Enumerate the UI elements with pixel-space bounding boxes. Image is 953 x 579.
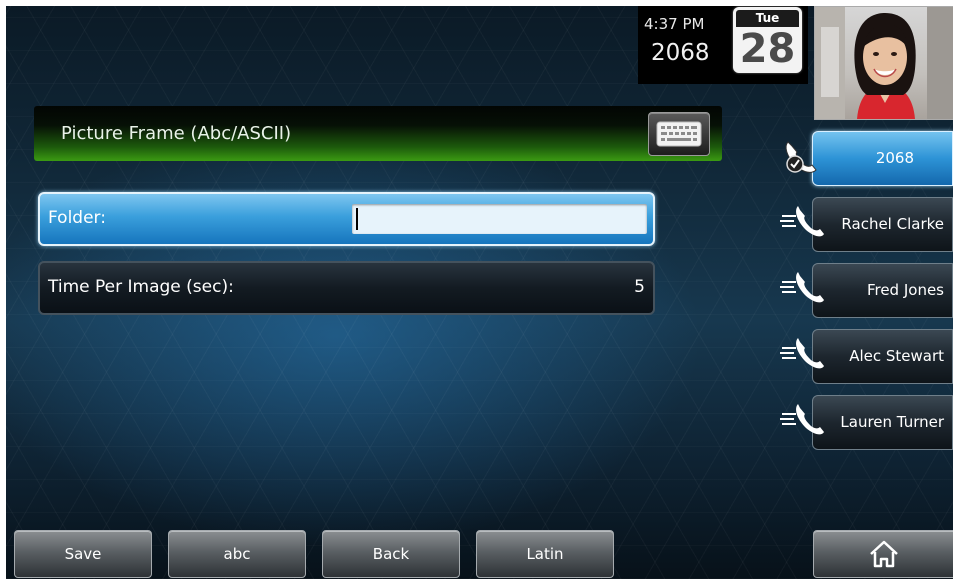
abc-mode-button[interactable]: abc bbox=[168, 530, 306, 578]
title-bar: Picture Frame (Abc/ASCII) bbox=[34, 106, 722, 161]
back-label: Back bbox=[372, 545, 410, 563]
line-key-rachel-clarke[interactable]: Rachel Clarke bbox=[812, 197, 953, 252]
folder-field-row[interactable]: Folder: bbox=[38, 192, 655, 246]
save-label: Save bbox=[64, 545, 102, 563]
line-key-label: Fred Jones bbox=[866, 281, 944, 299]
latin-button[interactable]: Latin bbox=[476, 530, 614, 578]
folder-input[interactable] bbox=[352, 204, 647, 234]
line-key-label: Alec Stewart bbox=[849, 347, 944, 365]
keyboard-icon bbox=[656, 121, 702, 147]
folder-label: Folder: bbox=[48, 208, 106, 228]
text-cursor bbox=[356, 208, 358, 230]
avatar bbox=[814, 6, 953, 120]
line-key-label: Lauren Turner bbox=[840, 413, 944, 431]
clock-time: 4:37 PM bbox=[644, 15, 705, 33]
phone-speed-dial-icon bbox=[780, 404, 824, 435]
time-per-image-value: 5 bbox=[634, 277, 645, 297]
abc-label: abc bbox=[223, 545, 251, 563]
keyboard-button[interactable] bbox=[648, 112, 710, 156]
line-key-lauren-turner[interactable]: Lauren Turner bbox=[812, 395, 953, 450]
time-per-image-row[interactable]: Time Per Image (sec): 5 bbox=[38, 261, 655, 315]
phone-speed-dial-icon bbox=[780, 338, 824, 369]
line-registered-icon bbox=[785, 141, 817, 173]
status-extension: 2068 bbox=[651, 40, 710, 66]
line-key-fred-jones[interactable]: Fred Jones bbox=[812, 263, 953, 318]
time-per-image-label: Time Per Image (sec): bbox=[48, 277, 234, 297]
line-key-2068[interactable]: 2068 bbox=[812, 131, 953, 186]
home-button[interactable] bbox=[813, 530, 953, 578]
latin-label: Latin bbox=[526, 545, 564, 563]
page-title: Picture Frame (Abc/ASCII) bbox=[61, 123, 292, 144]
back-button[interactable]: Back bbox=[322, 530, 460, 578]
line-key-alec-stewart[interactable]: Alec Stewart bbox=[812, 329, 953, 384]
calendar-day: 28 bbox=[739, 26, 796, 72]
phone-screen: 4:37 PM 2068 Tue 28 Picture Frame (Abc/A… bbox=[6, 6, 953, 579]
save-button[interactable]: Save bbox=[14, 530, 152, 578]
home-icon bbox=[870, 540, 898, 568]
phone-speed-dial-icon bbox=[780, 206, 824, 237]
calendar-icon: Tue 28 bbox=[733, 7, 802, 73]
line-key-label: 2068 bbox=[875, 149, 914, 167]
line-key-label: Rachel Clarke bbox=[841, 215, 944, 233]
calendar-day-of-week: Tue bbox=[736, 10, 799, 27]
phone-speed-dial-icon bbox=[780, 272, 824, 303]
